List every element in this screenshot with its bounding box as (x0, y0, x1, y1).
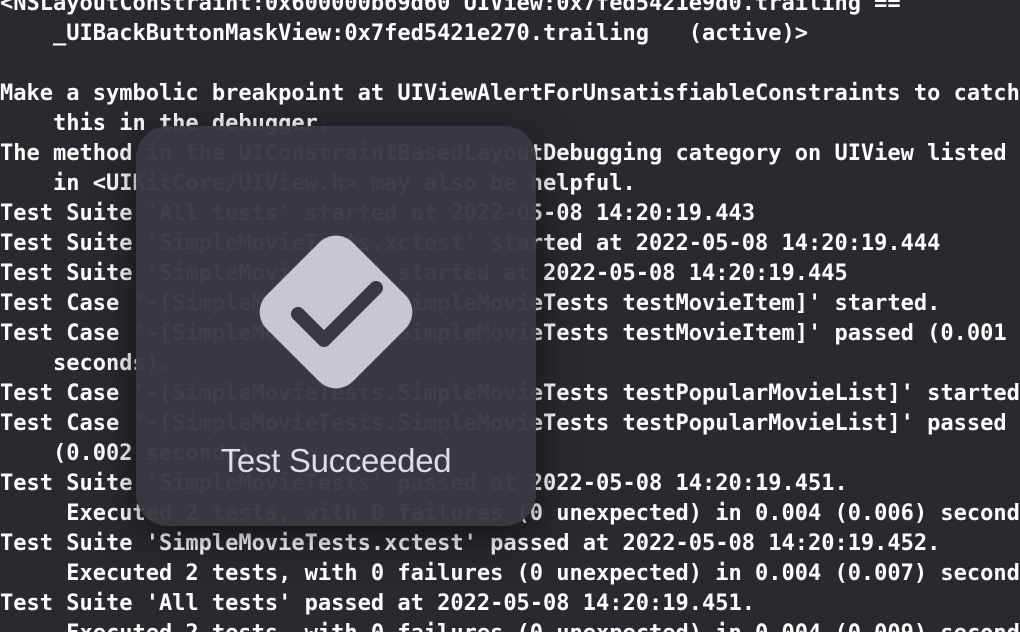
console-line: Test Suite 'SimpleMovieTests.xctest' pas… (0, 531, 941, 556)
hud-status-label: Test Succeeded (220, 442, 452, 479)
console-line: <NSLayoutConstraint:0x600000b69d60 UIVie… (0, 0, 901, 16)
console-line: Make a symbolic breakpoint at UIViewAler… (0, 81, 1020, 106)
test-succeeded-hud: Test Succeeded (136, 126, 536, 526)
console-line: Executed 2 tests, with 0 failures (0 une… (0, 561, 1020, 586)
console-line: Executed 2 tests, with 0 failures (0 une… (0, 619, 1020, 632)
checkmark-diamond-icon (236, 212, 436, 412)
console-line: _UIBackButtonMaskView:0x7fed5421e270.tra… (0, 21, 808, 46)
console-line: Test Suite 'All tests' passed at 2022-05… (0, 591, 755, 616)
